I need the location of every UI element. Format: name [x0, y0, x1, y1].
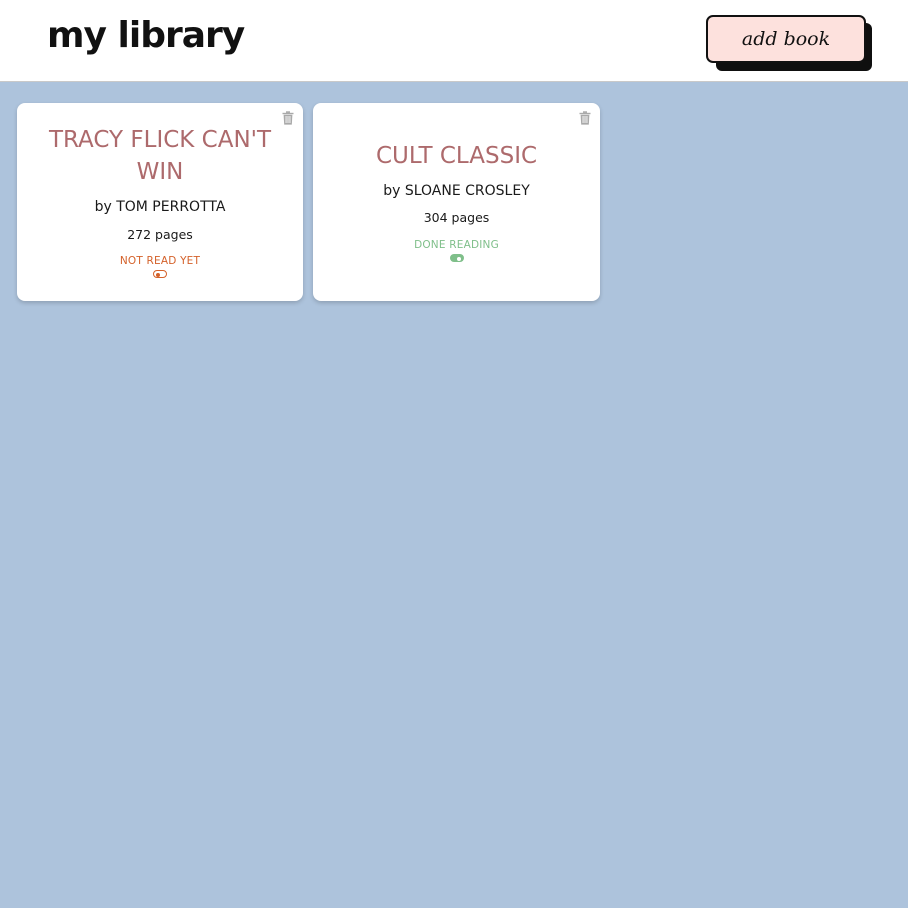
- read-toggle-icon[interactable]: [449, 254, 464, 262]
- book-card: TRACY FLICK CAN'T WIN by TOM PERROTTA 27…: [17, 103, 303, 301]
- book-author: by TOM PERROTTA: [94, 199, 226, 215]
- trash-icon[interactable]: [282, 111, 294, 125]
- read-status-label: DONE READING: [414, 239, 499, 251]
- toggle-knob: [457, 256, 461, 261]
- read-toggle-icon[interactable]: [153, 270, 167, 278]
- add-book-button[interactable]: add book: [706, 15, 866, 63]
- book-card: CULT CLASSIC by SLOANE CROSLEY 304 pages…: [313, 103, 600, 301]
- book-pages: 272 pages: [127, 227, 193, 242]
- read-status-label: NOT READ YET: [119, 255, 201, 267]
- add-book-button-wrapper: add book: [706, 15, 872, 71]
- book-title: CULT CLASSIC: [375, 143, 538, 169]
- toggle-knob: [155, 272, 160, 277]
- app-logo: my library: [47, 15, 245, 56]
- book-pages: 304 pages: [423, 210, 490, 225]
- trash-icon[interactable]: [579, 111, 591, 125]
- header: my library add book: [0, 0, 908, 82]
- book-author: by SLOANE CROSLEY: [383, 183, 530, 199]
- book-title: TRACY FLICK CAN'T WIN: [48, 127, 272, 185]
